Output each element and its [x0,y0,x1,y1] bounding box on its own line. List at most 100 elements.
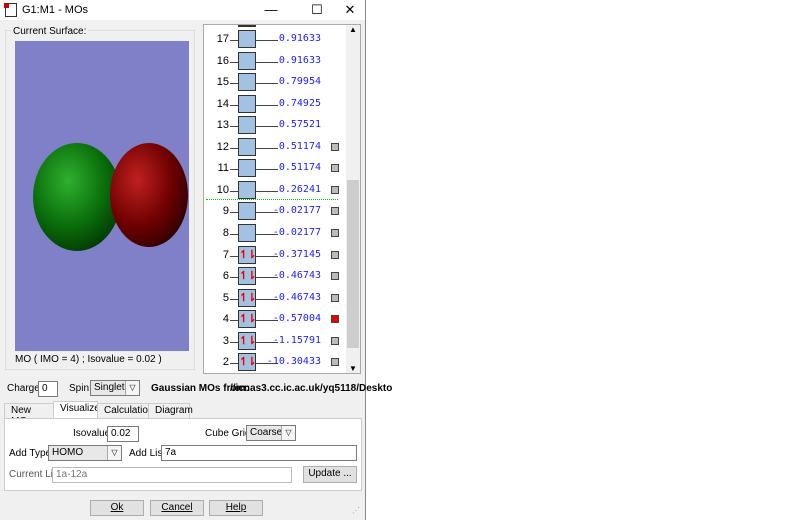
orbital-row[interactable]: 6 ↿⇂ -0.46743 [204,267,349,287]
orbital-row[interactable]: 3 ↿⇂ -1.15791 [204,331,349,352]
orbital-select-checkbox[interactable] [331,358,339,367]
electron-pair-icon: ↿⇂ [239,248,256,261]
orbital-number: 4 [222,313,229,326]
mo-energy-list[interactable]: 2 ↿⇂ -10.30433 3 ↿⇂ -1.15791 4 ↿⇂ -0.57004 5 ↿⇂ -0.… [203,24,361,374]
charge-input[interactable]: 0 [38,381,58,397]
list-scrollbar[interactable]: ▲ ▼ [346,25,360,373]
orbital-energy: -0.02177 [272,226,321,238]
tab-visualize[interactable]: Visualize [53,401,100,418]
orbital-select-checkbox[interactable] [331,336,339,345]
orbital-viewport[interactable] [15,41,189,351]
orbital-box: ↿⇂ [238,288,256,307]
isovalue-input[interactable]: 0.02 [107,426,139,442]
window-title: G1:M1 - MOs [22,4,89,16]
spin-label: Spin: [69,383,92,394]
orbital-select-checkbox[interactable] [331,142,339,151]
orbital-number: 13 [216,119,229,132]
app-icon [4,3,17,17]
add-list-input[interactable]: 7a [161,445,357,461]
scrollbar-thumb[interactable] [347,180,359,348]
cancel-button[interactable]: Cancel [150,500,204,516]
orbital-row[interactable]: 13 0.57521 [204,116,349,136]
orbital-select-checkbox[interactable] [331,250,339,259]
orbital-row[interactable]: 12 0.51174 [204,137,349,158]
mos-window: G1:M1 - MOs — ☐ ✕ Current Surface: MO ( … [0,0,392,520]
orbital-box: ↿⇂ [238,245,256,264]
orbital-select-checkbox[interactable] [331,228,339,237]
resize-grip-icon[interactable]: ⋰ [352,506,360,515]
orbital-number: 9 [222,205,229,218]
close-button[interactable]: ✕ [335,0,365,20]
orbital-number: 5 [222,291,229,304]
orbital-box [238,116,256,135]
spin-value: Singlet [94,382,125,393]
orbital-box [238,202,256,221]
orbital-row[interactable]: 10 0.26241 [204,180,349,201]
scroll-down-icon[interactable]: ▼ [346,364,360,373]
orbital-number: 14 [216,97,229,110]
electron-pair-icon: ↿⇂ [239,313,256,326]
orbital-select-checkbox[interactable] [331,293,339,302]
orbital-select-checkbox[interactable] [331,315,339,324]
orbital-number: 16 [216,54,229,67]
tab-diagram[interactable]: Diagram [148,403,193,418]
orbital-row[interactable]: 15 0.79954 [204,73,349,93]
ok-label: Ok [110,502,124,513]
orbital-number: 8 [222,226,229,239]
orbital-row[interactable]: 5 ↿⇂ -0.46743 [204,288,349,309]
orbital-row[interactable]: 2 ↿⇂ -10.30433 [204,353,349,373]
ok-button[interactable]: Ok [90,500,144,516]
orbital-box: ↿⇂ [238,310,256,329]
orbital-row[interactable]: 16 0.91633 [204,51,349,72]
update-button[interactable]: Update ... [303,466,357,483]
orbital-energy: 0.79954 [278,76,321,88]
help-label: Help [225,502,247,513]
orbital-energy: -1.15791 [272,334,321,346]
add-type-select[interactable]: HOMO ▽ [48,445,122,461]
orbital-box: ↿⇂ [238,331,256,350]
visualize-panel: Isovalue: 0.02 Cube Grid: Coarse ▽ Add Ty… [4,418,362,491]
orbital-energy: 0.91633 [278,54,321,66]
orbital-number: 17 [216,33,229,45]
current-surface-label: Current Surface: [11,26,89,37]
maximize-button[interactable]: ☐ [302,0,332,20]
orbital-energy: -10.30433 [266,356,321,368]
spin-select[interactable]: Singlet ▽ [90,380,140,396]
orbital-select-checkbox[interactable] [331,164,339,173]
orbital-number: 2 [222,356,229,369]
orbital-energy: 0.51174 [278,140,321,152]
orbital-energy: 0.51174 [278,162,321,174]
help-button[interactable]: Help [209,500,263,516]
cube-grid-select[interactable]: Coarse ▽ [246,425,296,441]
orbital-box [238,180,256,199]
orbital-select-checkbox[interactable] [331,207,339,216]
orbital-energy: -0.46743 [272,270,321,282]
orbital-box [238,30,256,48]
orbital-row[interactable]: 9 -0.02177 [204,202,349,222]
orbital-number: 7 [222,248,229,261]
orbital-row[interactable]: 17 0.91633 [204,30,349,50]
orbital-box [238,137,256,156]
cube-grid-value: Coarse [250,427,283,438]
tab-calculation[interactable]: Calculation [97,403,153,418]
electron-pair-icon: ↿⇂ [239,270,256,283]
orbital-box [238,51,256,70]
orbital-select-checkbox[interactable] [331,185,339,194]
electron-pair-icon: ↿⇂ [239,356,256,369]
tab-new-mos[interactable]: New MOs [4,403,54,427]
electron-pair-icon: ↿⇂ [239,334,256,347]
orbital-row[interactable]: 14 0.74925 [204,94,349,115]
orbital-row[interactable]: 11 0.51174 [204,159,349,179]
current-list-input: 1a-12a [52,467,292,483]
orbital-select-checkbox[interactable] [331,272,339,281]
surface-caption: MO ( IMO = 4) ; Isovalue = 0.02 ) [15,354,162,365]
scroll-up-icon[interactable]: ▲ [346,25,360,34]
orbital-row[interactable]: 8 -0.02177 [204,223,349,244]
orbital-energy: 0.91633 [278,33,321,44]
orbital-energy: -0.37145 [272,248,321,260]
orbital-row[interactable]: 7 ↿⇂ -0.37145 [204,245,349,266]
orbital-energy: 0.26241 [278,183,321,195]
orbital-row[interactable]: 4 ↿⇂ -0.57004 [204,310,349,330]
minimize-button[interactable]: — [256,0,286,20]
orbital-number: 15 [216,76,229,89]
